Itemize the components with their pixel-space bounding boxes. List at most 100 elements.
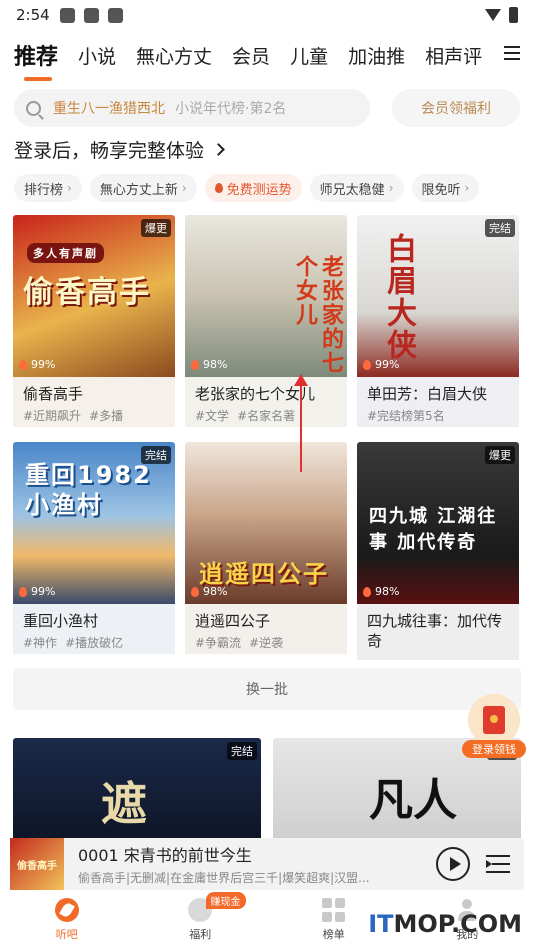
rating-value: 98% — [375, 585, 400, 598]
player-text: 0001 宋青书的前世今生 偷香高手|无删减|在金庸世界后宫三千|爆笑超爽|汉盟… — [64, 842, 436, 886]
tab-children[interactable]: 儿童 — [290, 42, 328, 69]
chip-shixiong[interactable]: 师兄太稳健 › — [309, 174, 404, 202]
gift-label: 登录领钱 — [462, 740, 526, 758]
fire-icon — [214, 183, 223, 193]
rating: 98% — [191, 358, 227, 371]
tab-jiayoutui[interactable]: 加油推 — [348, 42, 405, 69]
player-title: 0001 宋青书的前世今生 — [78, 846, 252, 865]
login-prompt[interactable]: 登录后，畅享完整体验 — [14, 136, 225, 163]
cover-title: 凡人 — [369, 775, 457, 826]
cover-title: 老张家的七个女儿 — [292, 255, 343, 375]
notification-icon — [59, 7, 75, 23]
tag: #多播 — [89, 409, 124, 423]
cover-title: 四九城 江湖往事 加代传奇 — [369, 506, 498, 553]
rating-value: 98% — [203, 585, 228, 598]
chip-label: 無心方丈上新 — [99, 182, 178, 198]
book-card[interactable]: 重回1982小渔村 完结 99% 重回小渔村 #神作 #播放破亿 — [13, 442, 175, 660]
search-input[interactable]: 重生八一渔猎西北 小说年代榜·第2名 — [14, 89, 370, 127]
chip-fortune[interactable]: 免费测运势 — [204, 174, 302, 202]
book-title: 单田芳：白眉大侠 — [367, 385, 488, 403]
status-badge: 完结 — [227, 742, 257, 760]
swipe-arrow-annotation — [294, 374, 308, 472]
mini-player[interactable]: 偷香高手 0001 宋青书的前世今生 偷香高手|无删减|在金庸世界后宫三千|爆笑… — [10, 838, 524, 890]
chip-label: 师兄太稳健 — [319, 182, 385, 198]
login-reward-float[interactable]: 登录领钱 — [462, 694, 526, 760]
battery-icon — [509, 7, 518, 23]
tag: #近期飙升 — [23, 409, 82, 423]
nav-listen[interactable]: 听吧 — [0, 890, 134, 950]
login-prompt-text: 登录后，畅享完整体验 — [14, 140, 205, 162]
search-hint: 小说年代榜·第2名 — [175, 101, 287, 117]
tag: #争霸流 — [195, 636, 242, 650]
cover-title: 白眉大侠 — [381, 233, 416, 361]
book-title: 老张家的七个女儿 — [195, 385, 316, 403]
wifi-icon — [485, 9, 501, 21]
chevron-right-icon: › — [67, 181, 72, 195]
rating-value: 98% — [203, 358, 228, 371]
earn-cash-badge: 赚现金 — [205, 892, 246, 909]
vip-benefits-button[interactable]: 会员领福利 — [392, 89, 520, 127]
book-tags: #争霸流 #逆袭 — [195, 634, 337, 651]
book-card[interactable]: 四九城 江湖往事 加代传奇 爆更 98% 四九城往事：加代传奇 — [357, 442, 519, 660]
book-tags: #近期飙升 #多播 — [23, 407, 165, 424]
chevron-right-icon: › — [181, 181, 187, 195]
tag: #逆袭 — [249, 636, 284, 650]
card-info: 重回小渔村 #神作 #播放破亿 — [13, 604, 175, 654]
chip-ranking[interactable]: 排行榜 › — [14, 174, 82, 202]
status-badge: 完结 — [485, 219, 515, 237]
tag: #名家名著 — [237, 409, 296, 423]
rating: 98% — [191, 585, 227, 598]
refresh-batch-button[interactable]: 换一批 — [13, 668, 521, 710]
tab-wuxin-fangzhang[interactable]: 無心方丈 — [136, 42, 212, 69]
book-cover: 白眉大侠 完结 99% — [357, 215, 519, 377]
player-subtitle: 偷香高手|无删减|在金庸世界后宫三千|爆笑超爽|汉盟... — [78, 871, 370, 885]
tab-novel[interactable]: 小说 — [78, 42, 116, 69]
book-cover: 多人有声剧 偷香高手 爆更 99% — [13, 215, 175, 377]
notification-icon — [107, 7, 123, 23]
book-tags: #文学 #名家名著 — [195, 407, 337, 424]
status-badge: 爆更 — [485, 446, 515, 464]
search-row: 重生八一渔猎西北 小说年代榜·第2名 会员领福利 — [14, 89, 520, 127]
leaf-icon — [54, 898, 79, 922]
chip-wuxin-new[interactable]: 無心方丈上新 › — [89, 174, 197, 202]
tag: #神作 — [23, 636, 58, 650]
tag: #播放破亿 — [65, 636, 124, 650]
tab-crosstalk[interactable]: 相声评 — [425, 42, 482, 69]
nav-label: 榜单 — [322, 928, 345, 941]
book-cover: 重回1982小渔村 完结 99% — [13, 442, 175, 604]
fire-icon — [19, 359, 27, 370]
fire-icon — [191, 359, 199, 370]
nav-label: 听吧 — [55, 928, 78, 941]
cover-title: 偷香高手 — [23, 275, 151, 310]
tag: #完结榜第5名 — [367, 409, 445, 423]
book-card[interactable]: 多人有声剧 偷香高手 爆更 99% 偷香高手 #近期飙升 #多播 — [13, 215, 175, 427]
cover-subtitle: 多人有声剧 — [27, 243, 104, 263]
card-info: 单田芳：白眉大侠 #完结榜第5名 — [357, 377, 519, 427]
book-title: 逍遥四公子 — [195, 612, 271, 630]
watermark: ITMOP.COM — [368, 910, 522, 938]
chip-free-listen[interactable]: 限免听 › — [411, 174, 480, 202]
status-badge: 爆更 — [141, 219, 171, 237]
book-card[interactable]: 逍遥四公子 98% 逍遥四公子 #争霸流 #逆袭 — [185, 442, 347, 660]
status-time: 2:54 — [16, 6, 50, 24]
book-title: 偷香高手 — [23, 385, 84, 403]
book-cover[interactable]: 遮 完结 — [13, 738, 261, 838]
cover-title: 遮 — [101, 777, 147, 831]
book-tags: #完结榜第5名 — [367, 407, 509, 424]
nav-welfare[interactable]: 福利 赚现金 — [134, 890, 268, 950]
tab-vip[interactable]: 会员 — [232, 42, 270, 69]
book-card[interactable]: 白眉大侠 完结 99% 单田芳：白眉大侠 #完结榜第5名 — [357, 215, 519, 427]
fire-icon — [191, 586, 199, 597]
watermark-part: MOP.COM — [393, 910, 522, 938]
status-badge: 完结 — [141, 446, 171, 464]
playlist-icon[interactable] — [486, 855, 510, 873]
menu-icon[interactable] — [504, 46, 520, 60]
tab-recommend[interactable]: 推荐 — [14, 39, 58, 81]
search-icon — [26, 100, 41, 116]
book-card[interactable]: 老张家的七个女儿 98% 老张家的七个女儿 #文学 #名家名著 — [185, 215, 347, 427]
card-info: 逍遥四公子 #争霸流 #逆袭 — [185, 604, 347, 654]
play-button[interactable] — [436, 847, 470, 881]
nav-label: 福利 — [189, 928, 212, 941]
book-grid-row-2: 重回1982小渔村 完结 99% 重回小渔村 #神作 #播放破亿 逍遥四公子 98… — [13, 442, 521, 660]
cover-title: 逍遥四公子 — [199, 560, 329, 588]
